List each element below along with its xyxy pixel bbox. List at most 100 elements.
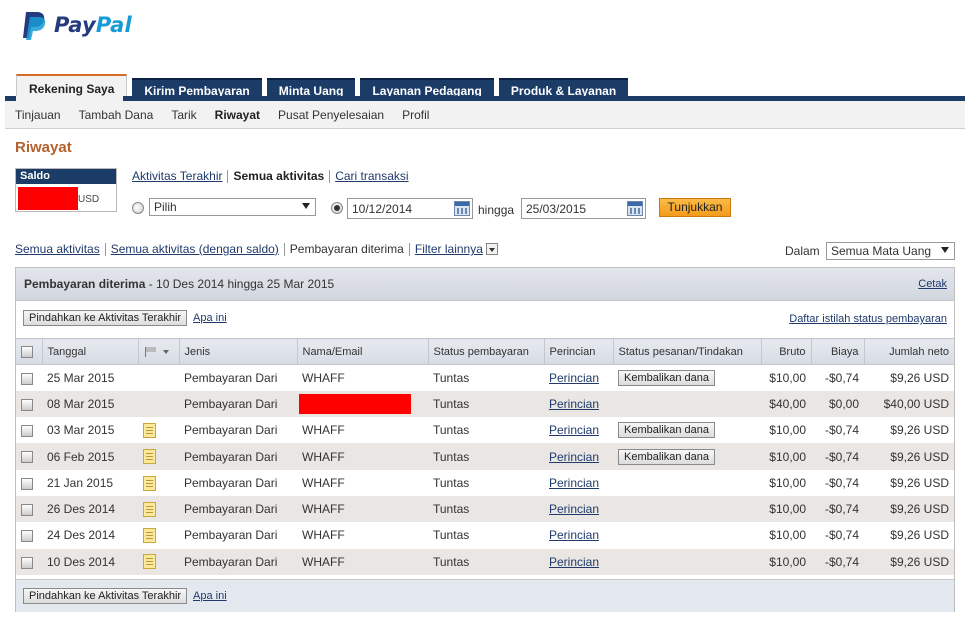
table-body: 25 Mar 2015 Pembayaran Dari WHAFF Tuntas… [16,365,954,575]
row-detail-cell: Perincian [544,417,613,443]
panel-title: Pembayaran diterima - 10 Des 2014 hingga… [24,277,334,291]
header-jumlah-neto[interactable]: Jumlah neto [864,338,954,365]
note-icon[interactable] [143,475,156,491]
row-checkbox[interactable] [21,425,33,438]
print-link[interactable]: Cetak [918,278,947,290]
activity-filters: Semua aktivitas Semua aktivitas (dengan … [15,242,498,256]
row-net: $9,26 USD [890,423,949,438]
move-to-recent-button[interactable]: Pindahkan ke Aktivitas Terakhir [23,588,188,604]
balance-redacted [18,187,78,210]
row-detail-link[interactable]: Perincian [549,423,599,437]
row-date: 03 Mar 2015 [47,423,115,438]
balance-currency: USD [78,194,100,205]
subnav-tambah-dana[interactable]: Tambah Dana [79,108,154,122]
paypal-wordmark: PayPal [54,13,132,37]
row-type: Pembayaran Dari [179,390,297,418]
link-semua-aktivitas[interactable]: Semua aktivitas [15,242,100,256]
link-filter-lainnya[interactable]: Filter lainnya [415,242,483,256]
date-from-field[interactable]: 10/12/2014 [347,198,473,219]
row-detail-cell: Perincian [544,470,613,496]
what-is-this-link[interactable]: Apa ini [193,312,227,324]
row-checkbox[interactable] [21,530,33,543]
row-checkbox[interactable] [21,556,33,569]
subnav-profil[interactable]: Profil [402,108,429,122]
link-cari-transaksi[interactable]: Cari transaksi [335,169,408,183]
refund-button[interactable]: Kembalikan dana [618,448,716,465]
row-type: Pembayaran Dari [184,475,278,490]
header-bruto[interactable]: Bruto [761,338,812,365]
row-type: Pembayaran Dari [184,528,278,543]
refund-button[interactable]: Kembalikan dana [618,422,716,439]
row-name [297,390,428,418]
header-jenis[interactable]: Jenis [179,338,298,365]
chevron-down-icon[interactable] [485,243,498,255]
row-checkbox[interactable] [21,398,33,411]
calendar-icon[interactable] [627,201,643,216]
note-icon[interactable] [143,449,156,465]
row-detail-link[interactable]: Perincian [549,476,599,490]
row-checkbox[interactable] [21,503,33,516]
calendar-icon[interactable] [454,201,470,216]
link-semua-aktivitas-saldo[interactable]: Semua aktivitas (dengan saldo) [111,242,279,256]
row-checkbox[interactable] [21,372,33,385]
row-checkbox[interactable] [21,477,33,490]
panel-header: Pembayaran diterima - 10 Des 2014 hingga… [16,268,954,301]
subnav-riwayat[interactable]: Riwayat [215,108,260,122]
row-type: Pembayaran Dari [179,495,297,523]
row-gross: $10,00 [761,495,811,523]
note-icon[interactable] [143,501,156,517]
radio-date-range[interactable] [331,202,343,214]
row-action-cell [613,390,761,418]
header-tanggal[interactable]: Tanggal [42,338,139,365]
row-detail-link[interactable]: Perincian [549,502,599,516]
row-detail-link[interactable]: Perincian [549,528,599,542]
row-checkbox-cell [16,417,42,443]
note-icon[interactable] [143,528,156,544]
row-status: Tuntas [433,423,470,438]
row-name-text: WHAFF [302,554,345,569]
flag-icon [144,346,158,357]
header-nama-email[interactable]: Nama/Email [297,338,429,365]
row-detail-cell: Perincian [544,443,613,470]
status-glossary-link[interactable]: Daftar istilah status pembayaran [789,313,947,325]
row-detail-link[interactable]: Perincian [549,450,599,464]
row-note-cell [138,522,179,548]
date-to-value: 25/03/2015 [526,202,587,216]
row-action-cell [613,522,761,548]
row-checkbox[interactable] [21,451,33,464]
panel-actions-top: Pindahkan ke Aktivitas Terakhir Apa ini … [16,301,954,337]
header-status-pembayaran[interactable]: Status pembayaran [428,338,545,365]
note-icon[interactable] [143,554,156,570]
period-select[interactable]: Pilih [149,198,316,216]
table-row: 06 Feb 2015 Pembayaran Dari WHAFF Tuntas… [16,443,954,470]
row-gross: $10,00 [769,475,806,490]
subnav-tarik[interactable]: Tarik [171,108,196,122]
table-row: 10 Des 2014 Pembayaran Dari WHAFF Tuntas… [16,548,954,575]
radio-period-select[interactable] [132,202,144,214]
row-status: Tuntas [428,443,544,470]
subnav-tinjauan[interactable]: Tinjauan [15,108,61,122]
row-detail-link[interactable]: Perincian [549,397,599,411]
row-date: 08 Mar 2015 [42,390,138,418]
note-icon[interactable] [143,422,156,438]
subnav-pusat-penyelesaian[interactable]: Pusat Penyelesaian [278,108,384,122]
paypal-logo[interactable]: PayPal [20,10,132,40]
header-biaya[interactable]: Biaya [811,338,865,365]
row-detail-link[interactable]: Perincian [549,555,599,569]
select-all-checkbox[interactable] [21,345,33,358]
row-gross: $10,00 [761,443,811,470]
move-to-recent-button[interactable]: Pindahkan ke Aktivitas Terakhir [23,310,188,326]
what-is-this-link[interactable]: Apa ini [193,590,227,602]
refund-button[interactable]: Kembalikan dana [618,369,716,386]
date-to-field[interactable]: 25/03/2015 [521,198,646,219]
header-flag[interactable] [138,338,180,365]
show-button[interactable]: Tunjukkan [659,198,731,217]
link-aktivitas-terakhir[interactable]: Aktivitas Terakhir [132,169,222,183]
divider [104,242,106,256]
row-date: 25 Mar 2015 [47,370,115,385]
row-note-cell [138,548,179,575]
row-net: $9,26 USD [890,475,949,490]
currency-select[interactable]: Semua Mata Uang [826,242,955,260]
row-detail-link[interactable]: Perincian [549,371,599,385]
row-note-cell [138,470,179,496]
